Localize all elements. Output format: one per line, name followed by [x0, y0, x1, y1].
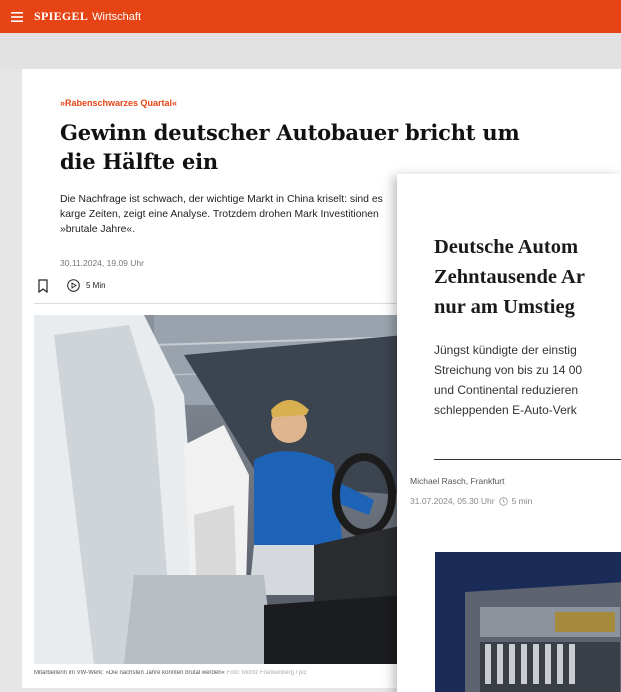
- article-headline: Gewinn deutscher Autobauer bricht um die…: [60, 120, 520, 174]
- article-teaser: Die Nachfrage ist schwach, der wichtige …: [60, 194, 383, 235]
- divider: [34, 303, 404, 304]
- bookmark-icon[interactable]: [37, 279, 49, 293]
- caption-text: Mitarbeiterin im VW-Werk: »Die nächsten …: [34, 670, 225, 676]
- overlay-photo: [435, 552, 621, 692]
- overlay-author: Michael Rasch, Frankfurt: [410, 476, 505, 486]
- overlay-meta: 31.07.2024, 05.30 Uhr 5 min: [410, 496, 532, 506]
- article-date: 30.11.2024, 19.09 Uhr: [60, 258, 144, 268]
- article-kicker: »Rabenschwarzes Quartal«: [60, 98, 178, 108]
- overlay-headline-line: nur am Umstieg: [434, 296, 575, 318]
- photo-caption: Mitarbeiterin im VW-Werk: »Die nächsten …: [34, 670, 404, 676]
- section-link[interactable]: Wirtschaft: [92, 11, 141, 23]
- overlay-body-line: Jüngst kündigte der einstig: [434, 343, 577, 357]
- overlay-date: 31.07.2024, 05.30 Uhr: [410, 496, 495, 506]
- overlay-headline: Deutsche Autom Zehntausende Ar nur am Um…: [434, 232, 621, 322]
- overlay-read-time: 5 min: [511, 496, 533, 506]
- hamburger-icon[interactable]: [0, 0, 34, 33]
- overlay-headline-line: Deutsche Autom: [434, 236, 579, 258]
- article-photo: [34, 315, 404, 664]
- overlay-body: Jüngst kündigte der einstig Streichung v…: [434, 340, 621, 420]
- overlay-article-card[interactable]: Deutsche Autom Zehntausende Ar nur am Um…: [397, 174, 621, 692]
- play-icon[interactable]: [67, 279, 80, 292]
- overlay-divider: [434, 459, 621, 460]
- overlay-body-line: und Continental reduzieren: [434, 383, 579, 397]
- clock-icon: [498, 496, 508, 506]
- top-navigation-bar: SPIEGEL Wirtschaft: [0, 0, 621, 33]
- gray-strip: [0, 33, 621, 69]
- brand-logo[interactable]: SPIEGEL: [34, 9, 88, 24]
- audio-read-time[interactable]: 5 Min: [86, 281, 106, 290]
- overlay-body-line: schleppenden E-Auto-Verk: [434, 403, 577, 417]
- overlay-headline-line: Zehntausende Ar: [434, 266, 585, 288]
- photo-credit: Foto: Moritz Frankenberg / pic: [226, 670, 307, 676]
- overlay-body-line: Streichung von bis zu 14 00: [434, 363, 583, 377]
